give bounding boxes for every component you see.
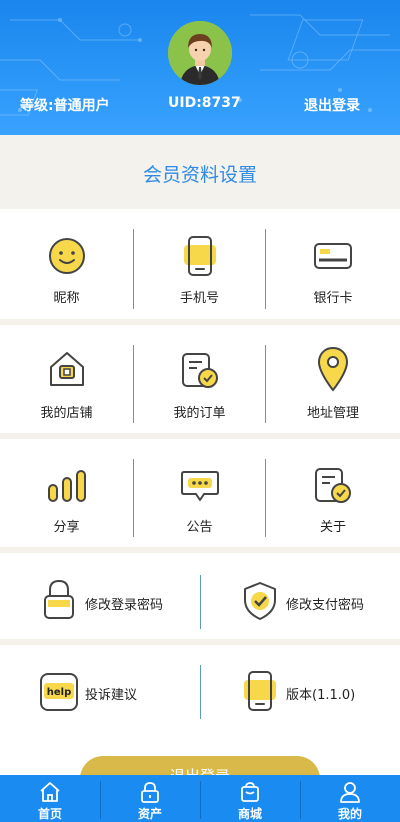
notice-label: 公告 xyxy=(186,520,213,535)
profile-header: 等级:普通用户 UID:8737 退出登录 xyxy=(0,0,400,135)
tab-mine[interactable]: 我的 xyxy=(300,775,400,822)
about-label: 关于 xyxy=(319,520,346,535)
settings-row-4: 修改登录密码 修改支付密码 xyxy=(0,553,400,639)
settings-row-3: 分享 公告 关于 xyxy=(0,439,400,547)
notice-item[interactable]: 公告 xyxy=(134,439,265,547)
address-item[interactable]: 地址管理 xyxy=(266,325,400,433)
tab-mine-label: 我的 xyxy=(337,807,362,821)
user-avatar-icon xyxy=(168,21,232,85)
change-login-password-item[interactable]: 修改登录密码 xyxy=(0,553,200,639)
my-shop-label: 我的店铺 xyxy=(40,406,93,421)
settings-row-1: 昵称 手机号 银行卡 xyxy=(0,209,400,319)
avatar[interactable] xyxy=(168,21,232,85)
bar-chart-icon xyxy=(48,470,86,502)
tab-mall-label: 商城 xyxy=(237,807,262,821)
my-shop-item[interactable]: 我的店铺 xyxy=(0,325,133,433)
header-logout-link[interactable]: 退出登录 xyxy=(304,95,360,115)
location-pin-icon xyxy=(317,346,349,392)
version-label: 版本(1.1.0) xyxy=(286,688,356,703)
smiley-icon xyxy=(49,238,85,274)
nickname-label: 昵称 xyxy=(53,291,80,306)
settings-row-2: 我的店铺 我的订单 地址管理 xyxy=(0,325,400,433)
help-badge-text: help xyxy=(47,687,72,698)
bank-card-label: 银行卡 xyxy=(313,291,353,306)
my-orders-label: 我的订单 xyxy=(173,406,226,421)
help-icon: help xyxy=(40,673,78,711)
tab-mall[interactable]: 商城 xyxy=(200,775,300,822)
order-icon xyxy=(182,353,218,388)
feedback-label: 投诉建议 xyxy=(85,688,138,703)
tab-home[interactable]: 首页 xyxy=(0,775,100,822)
user-icon xyxy=(340,782,360,803)
tab-assets-label: 资产 xyxy=(137,807,162,821)
phone-label: 手机号 xyxy=(179,291,219,306)
change-login-password-label: 修改登录密码 xyxy=(85,598,164,613)
my-orders-item[interactable]: 我的订单 xyxy=(134,325,265,433)
tab-assets[interactable]: 资产 xyxy=(100,775,200,822)
change-pay-password-label: 修改支付密码 xyxy=(286,598,365,613)
tab-home-label: 首页 xyxy=(37,807,62,821)
phone-icon xyxy=(244,671,276,711)
share-label: 分享 xyxy=(53,520,80,535)
address-label: 地址管理 xyxy=(306,406,359,421)
home-icon xyxy=(40,782,60,802)
user-uid: UID:8737 xyxy=(168,95,241,111)
phone-item[interactable]: 手机号 xyxy=(134,209,265,319)
document-check-icon xyxy=(315,468,351,503)
shopping-bag-icon xyxy=(241,782,259,802)
about-item[interactable]: 关于 xyxy=(266,439,400,547)
bank-card-item[interactable]: 银行卡 xyxy=(266,209,400,319)
change-pay-password-item[interactable]: 修改支付密码 xyxy=(201,553,400,639)
lock-icon xyxy=(44,579,74,619)
shield-check-icon xyxy=(244,582,276,620)
lock-icon xyxy=(141,782,159,803)
section-title: 会员资料设置 xyxy=(142,164,257,186)
chat-bubble-icon xyxy=(181,471,219,501)
bank-card-icon xyxy=(314,243,352,269)
share-item[interactable]: 分享 xyxy=(0,439,133,547)
shop-icon xyxy=(50,352,84,386)
member-level: 等级:普通用户 xyxy=(20,98,110,114)
phone-icon xyxy=(184,236,216,276)
nickname-item[interactable]: 昵称 xyxy=(0,209,133,319)
bottom-tab-bar: 首页 资产 商城 我的 xyxy=(0,775,400,822)
